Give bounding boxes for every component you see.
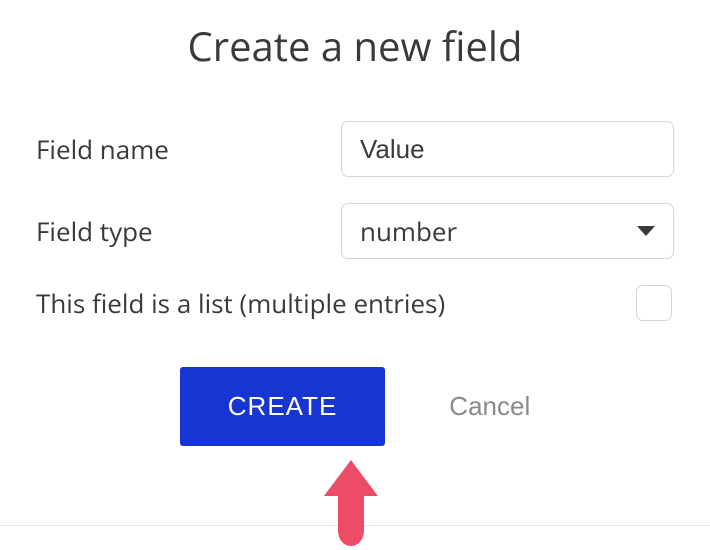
- field-name-input[interactable]: [341, 121, 674, 177]
- field-type-select[interactable]: number: [341, 203, 674, 259]
- create-field-dialog: Create a new field Field name Field type…: [0, 0, 710, 446]
- arrow-up-icon: [314, 458, 388, 548]
- bottom-divider: [0, 525, 710, 526]
- field-type-row: Field type number: [36, 203, 674, 259]
- list-checkbox-row: This field is a list (multiple entries): [36, 285, 674, 321]
- field-type-label: Field type: [36, 213, 341, 249]
- field-type-select-wrap: number: [341, 203, 674, 259]
- dialog-title: Create a new field: [36, 18, 674, 73]
- field-name-label: Field name: [36, 131, 341, 167]
- list-checkbox[interactable]: [636, 285, 672, 321]
- field-type-selected-value: number: [360, 213, 457, 249]
- field-name-row: Field name: [36, 121, 674, 177]
- field-name-input-wrap: [341, 121, 674, 177]
- cancel-button[interactable]: Cancel: [449, 391, 530, 422]
- list-checkbox-label: This field is a list (multiple entries): [36, 285, 636, 321]
- create-button[interactable]: CREATE: [180, 367, 386, 446]
- chevron-down-icon: [637, 226, 655, 236]
- dialog-button-row: CREATE Cancel: [36, 367, 674, 446]
